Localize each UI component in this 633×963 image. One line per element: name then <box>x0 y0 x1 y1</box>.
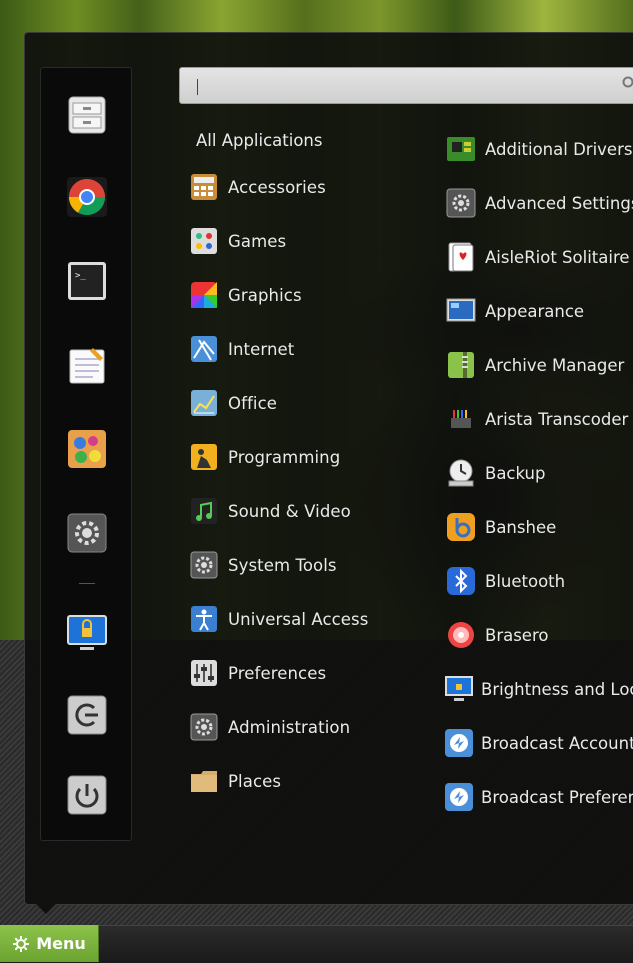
category-office[interactable]: Office <box>188 386 408 420</box>
preferences-icon <box>188 657 220 689</box>
menu-button-label: Menu <box>36 934 86 953</box>
category-sound-video[interactable]: Sound & Video <box>188 494 408 528</box>
playing-card-icon <box>444 240 478 274</box>
backup-icon <box>444 456 478 490</box>
app-item[interactable]: Broadcast Accounts <box>444 726 633 760</box>
category-label: Office <box>228 393 278 413</box>
app-item[interactable]: Additional Drivers <box>444 132 633 166</box>
category-places[interactable]: Places <box>188 764 408 798</box>
brightness-lock-icon <box>444 672 474 706</box>
accessories-icon <box>188 171 220 203</box>
broadcast-icon <box>444 726 474 760</box>
universal-access-icon <box>188 603 220 635</box>
app-label: Broadcast Accounts <box>481 733 633 753</box>
category-system-tools[interactable]: System Tools <box>188 548 408 582</box>
broadcast-icon <box>444 780 474 814</box>
gear-icon <box>13 935 30 952</box>
app-item[interactable]: Advanced Settings <box>444 186 633 220</box>
category-label: Accessories <box>228 177 326 197</box>
app-item[interactable]: Arista Transcoder <box>444 402 633 436</box>
category-label: Preferences <box>228 663 327 683</box>
system-tools-icon <box>188 549 220 581</box>
category-label: Places <box>228 771 282 791</box>
app-label: Advanced Settings <box>485 193 633 213</box>
transcoder-icon <box>444 402 478 436</box>
category-programming[interactable]: Programming <box>188 440 408 474</box>
app-label: Archive Manager <box>485 355 625 375</box>
settings-gear-icon <box>444 186 478 220</box>
administration-icon <box>188 711 220 743</box>
app-label: Appearance <box>485 301 585 321</box>
sound-video-icon <box>188 495 220 527</box>
app-item[interactable]: Brasero <box>444 618 633 652</box>
app-item[interactable]: Bluetooth <box>444 564 633 598</box>
app-item[interactable]: Backup <box>444 456 633 490</box>
banshee-icon <box>444 510 478 544</box>
category-label: Sound & Video <box>228 501 351 521</box>
chip-icon <box>444 132 478 166</box>
category-label: System Tools <box>228 555 337 575</box>
menu-button[interactable]: Menu <box>0 925 99 962</box>
category-games[interactable]: Games <box>188 224 408 258</box>
app-item[interactable]: Archive Manager <box>444 348 633 382</box>
brasero-icon <box>444 618 478 652</box>
app-label: Brasero <box>485 625 549 645</box>
category-label: Internet <box>228 339 295 359</box>
app-label: Backup <box>485 463 546 483</box>
bluetooth-icon <box>444 564 478 598</box>
graphics-icon <box>188 279 220 311</box>
office-icon <box>188 387 220 419</box>
app-label: Brightness and Lock <box>481 679 633 699</box>
archive-icon <box>444 348 478 382</box>
app-label: Bluetooth <box>485 571 566 591</box>
games-icon <box>188 225 220 257</box>
category-label: Games <box>228 231 287 251</box>
app-label: Additional Drivers <box>485 139 633 159</box>
app-label: Broadcast Preferences <box>481 787 633 807</box>
programming-icon <box>188 441 220 473</box>
internet-icon <box>188 333 220 365</box>
app-item[interactable]: Banshee <box>444 510 633 544</box>
category-label: Programming <box>228 447 341 467</box>
app-label: Arista Transcoder <box>485 409 629 429</box>
category-administration[interactable]: Administration <box>188 710 408 744</box>
appearance-icon <box>444 294 478 328</box>
app-item[interactable]: Broadcast Preferences <box>444 780 633 814</box>
app-item[interactable]: Brightness and Lock <box>444 672 633 706</box>
category-universal-access[interactable]: Universal Access <box>188 602 408 636</box>
app-item[interactable]: Appearance <box>444 294 633 328</box>
app-label: Banshee <box>485 517 557 537</box>
app-item[interactable]: AisleRiot Solitaire <box>444 240 633 274</box>
category-preferences[interactable]: Preferences <box>188 656 408 690</box>
category-accessories[interactable]: Accessories <box>188 170 408 204</box>
app-list-clip: Accessories Games Graphics Internet Offi… <box>0 0 633 962</box>
category-label: Graphics <box>228 285 302 305</box>
folder-icon <box>188 765 220 797</box>
category-internet[interactable]: Internet <box>188 332 408 366</box>
app-label: AisleRiot Solitaire <box>485 247 630 267</box>
category-label: Universal Access <box>228 609 369 629</box>
category-graphics[interactable]: Graphics <box>188 278 408 312</box>
category-label: Administration <box>228 717 351 737</box>
